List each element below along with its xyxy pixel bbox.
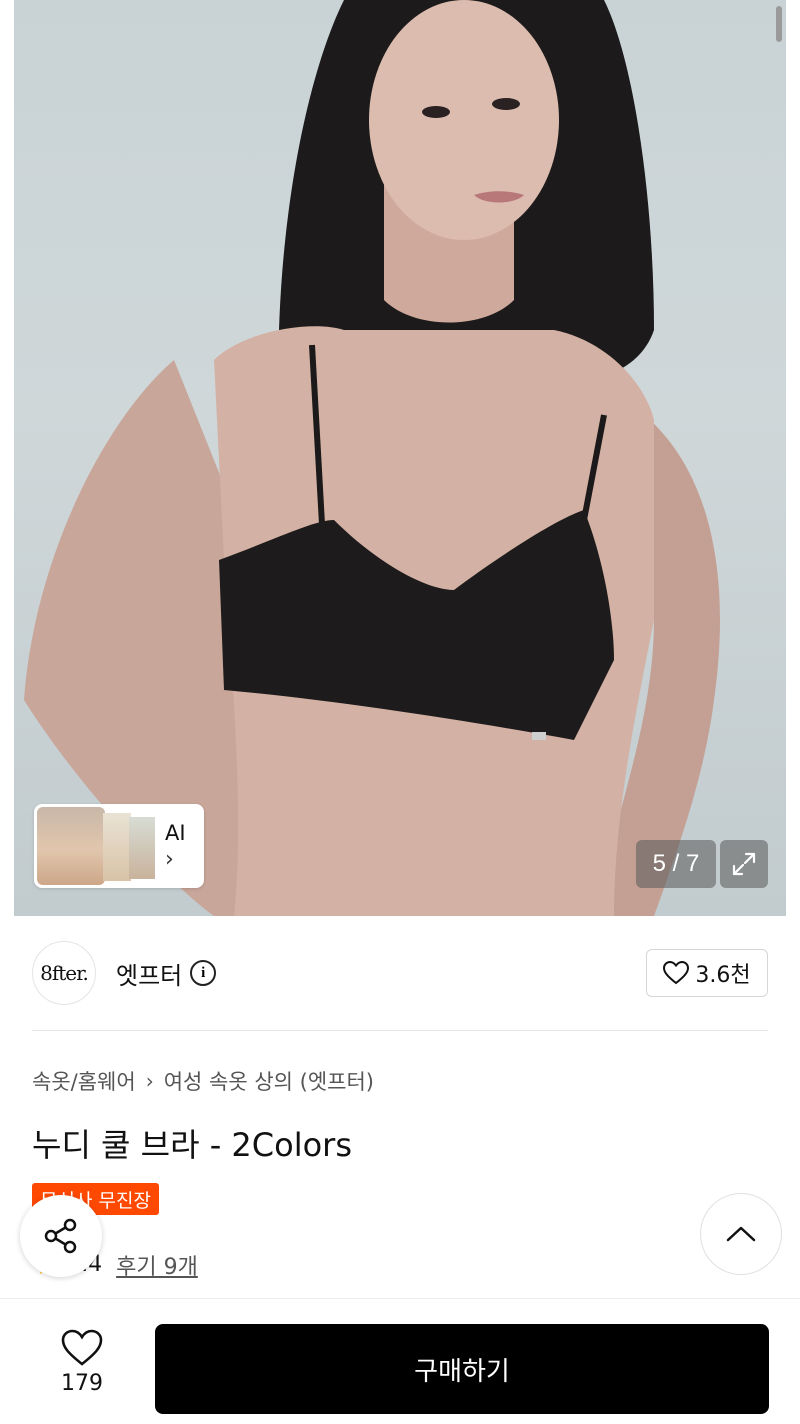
ai-similar-button[interactable]: AI › xyxy=(34,804,204,888)
breadcrumb: 속옷/홈웨어 › 여성 속옷 상의 (엣프터) xyxy=(32,1066,374,1096)
chevron-right-icon: › xyxy=(145,1069,154,1093)
wishlist-count: 179 xyxy=(61,1371,103,1396)
bottom-bar: 179 구매하기 xyxy=(0,1298,800,1424)
scroll-top-button[interactable] xyxy=(700,1193,782,1275)
share-button[interactable] xyxy=(20,1195,102,1277)
expand-icon xyxy=(732,852,756,876)
chevron-up-icon xyxy=(726,1226,756,1242)
brand-like-count: 3.6천 xyxy=(695,963,751,988)
divider xyxy=(32,1030,768,1031)
thumbnail-image xyxy=(37,807,105,885)
heart-icon xyxy=(663,961,690,985)
heart-icon xyxy=(61,1329,103,1366)
brand-like-button[interactable]: 3.6천 xyxy=(646,949,768,997)
brand-logo[interactable]: 8fter. xyxy=(32,941,96,1005)
buy-button[interactable]: 구매하기 xyxy=(155,1324,769,1414)
breadcrumb-subcategory[interactable]: 여성 속옷 상의 (엣프터) xyxy=(164,1066,374,1096)
brand-row: 8fter. 엣프터 i 3.6천 xyxy=(32,940,768,1006)
expand-button[interactable] xyxy=(720,840,768,888)
thumbnail-image xyxy=(129,817,155,879)
ai-thumbnails xyxy=(37,807,157,885)
product-image[interactable] xyxy=(14,0,786,916)
share-icon xyxy=(44,1218,77,1254)
reviews-link[interactable]: 후기 9개 xyxy=(116,1249,198,1281)
chevron-right-icon: › xyxy=(165,846,174,872)
scrollbar[interactable] xyxy=(776,6,782,42)
brand-name[interactable]: 엣프터 xyxy=(116,956,182,991)
wishlist-button[interactable]: 179 xyxy=(42,1329,122,1396)
product-photo xyxy=(24,0,720,916)
info-icon[interactable]: i xyxy=(190,960,217,986)
thumbnail-image xyxy=(103,813,131,881)
image-counter: 5 / 7 xyxy=(636,840,716,888)
product-title: 누디 쿨 브라 - 2Colors xyxy=(32,1126,353,1164)
ai-label: AI xyxy=(165,820,186,845)
breadcrumb-category[interactable]: 속옷/홈웨어 xyxy=(32,1066,136,1096)
